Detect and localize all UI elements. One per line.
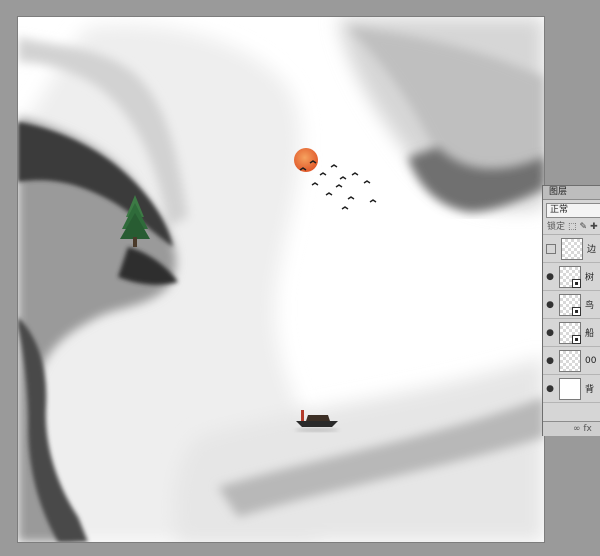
layers-panel: 图层 正常 锁定 ⬚ ✎ ✚ 边 ● ▪ 树 ● ▪ 鸟 ● ▪ 船 ● 00 … — [542, 185, 600, 436]
layer-thumbnail — [561, 237, 583, 260]
layer-row-border[interactable]: 边 — [543, 235, 600, 263]
visibility-toggle-empty[interactable] — [546, 243, 556, 254]
layer-thumbnail: ▪ — [559, 293, 581, 316]
lock-transparency-icon[interactable]: ⬚ — [568, 220, 577, 234]
document-canvas[interactable] — [18, 17, 544, 542]
layers-panel-tab[interactable]: 图层 — [543, 186, 600, 200]
setting-sun — [294, 148, 318, 172]
lock-toolbar: 锁定 ⬚ ✎ ✚ — [543, 220, 600, 235]
eye-icon[interactable]: ● — [543, 272, 557, 282]
eye-icon[interactable]: ● — [543, 356, 557, 366]
link-layers-icon[interactable]: ∞ — [573, 424, 581, 434]
lock-label: 锁定 — [547, 222, 566, 232]
layer-name: 鸟 — [585, 301, 595, 311]
layer-thumbnail: ▪ — [559, 321, 581, 344]
layer-name: 船 — [585, 329, 595, 339]
layer-row-boat[interactable]: ● ▪ 船 — [543, 319, 600, 347]
smart-object-icon: ▪ — [572, 306, 581, 316]
lock-position-icon[interactable]: ✚ — [590, 220, 598, 234]
layer-row-00[interactable]: ● 00 — [543, 347, 600, 375]
layer-row-tree[interactable]: ● ▪ 树 — [543, 263, 600, 291]
layer-row-birds[interactable]: ● ▪ 鸟 — [543, 291, 600, 319]
layer-name: 边 — [587, 245, 597, 255]
ink-landscape-artwork — [18, 17, 544, 542]
smart-object-icon: ▪ — [572, 334, 581, 344]
layers-panel-footer: ∞ fx — [543, 421, 600, 436]
eye-icon[interactable]: ● — [543, 328, 557, 338]
smart-object-icon: ▪ — [572, 278, 581, 288]
layer-thumbnail — [559, 377, 581, 400]
layer-row-background[interactable]: ● 背 — [543, 375, 600, 403]
layer-thumbnail — [559, 349, 581, 372]
lock-pixels-icon[interactable]: ✎ — [580, 220, 588, 234]
blend-mode-dropdown[interactable]: 正常 — [546, 203, 600, 218]
eye-icon[interactable]: ● — [543, 384, 557, 394]
layer-name: 背 — [585, 385, 595, 395]
layer-name: 00 — [585, 355, 597, 366]
layer-thumbnail: ▪ — [559, 265, 581, 288]
layer-name: 树 — [585, 273, 595, 283]
eye-icon[interactable]: ● — [543, 300, 557, 310]
layer-style-icon[interactable]: fx — [583, 424, 592, 434]
